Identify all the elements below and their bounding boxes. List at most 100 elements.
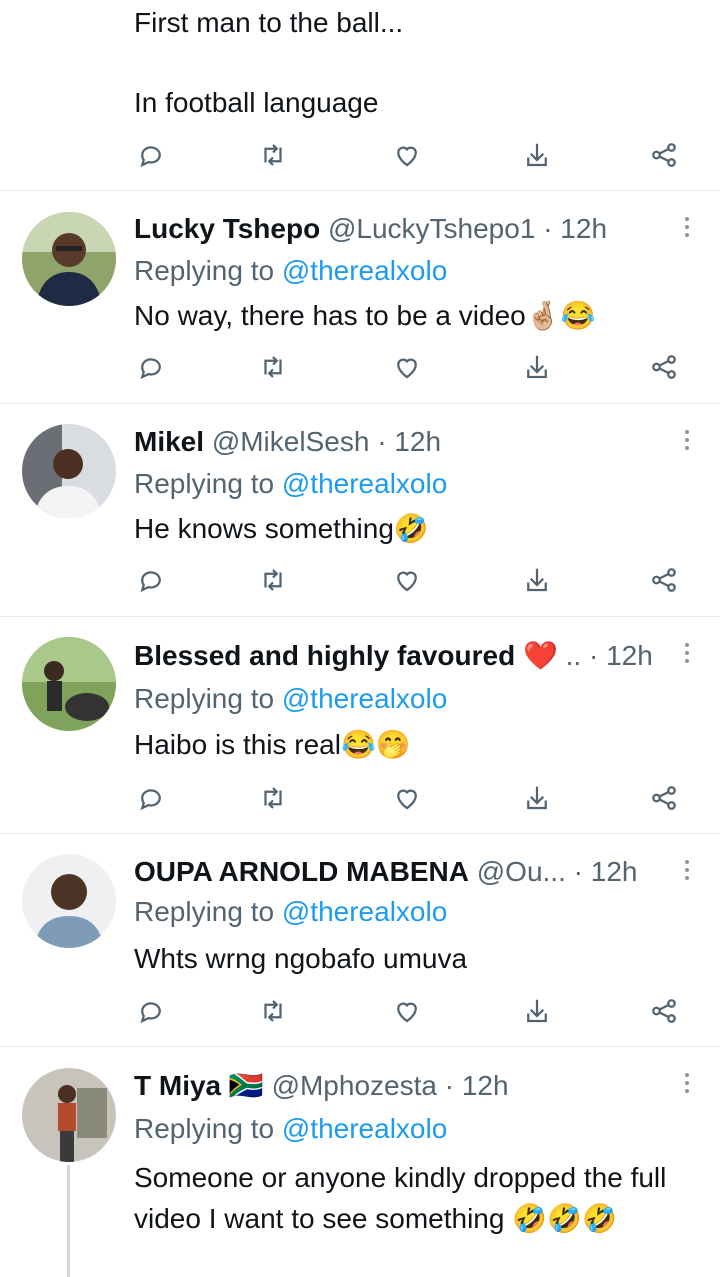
download-icon (527, 999, 547, 1023)
like-button[interactable] (392, 565, 422, 595)
share-icon (652, 143, 676, 167)
tweet-reply[interactable]: Mikel @MikelSesh · 12h Replying to @ther… (0, 404, 720, 616)
download-button[interactable] (522, 140, 552, 170)
replying-to: Replying to @therealxolo (134, 255, 447, 287)
tweet-reply[interactable]: OUPA ARNOLD MABENA @Ou... · 12h Replying… (0, 834, 720, 1046)
user-handle[interactable]: @LuckyTshepo1 (328, 213, 535, 244)
retweet-button[interactable] (258, 996, 288, 1026)
display-name[interactable]: Mikel (134, 426, 204, 457)
tweet-reply[interactable]: Blessed and highly favoured ❤️ .. · 12h … (0, 617, 720, 833)
more-options-button[interactable] (684, 860, 690, 884)
tweet-reply[interactable]: T Miya 🇿🇦 @Mphozesta · 12h Replying to @… (0, 1047, 720, 1277)
display-name[interactable]: Lucky Tshepo (134, 213, 320, 244)
share-button[interactable] (649, 565, 679, 595)
share-button[interactable] (649, 783, 679, 813)
tweet-actions (134, 565, 684, 595)
replying-to-label: Replying to (134, 255, 275, 286)
tweet-reply[interactable]: Lucky Tshepo @LuckyTshepo1 · 12h Replyin… (0, 191, 720, 403)
avatar[interactable] (22, 424, 116, 518)
mention-link[interactable]: @therealxolo (282, 1113, 447, 1144)
retweet-icon (264, 144, 282, 166)
more-options-button[interactable] (684, 643, 690, 667)
retweet-button[interactable] (258, 140, 288, 170)
tweet-text-line1: First man to the ball... (134, 7, 404, 38)
avatar[interactable] (22, 212, 116, 306)
share-icon (652, 355, 676, 379)
avatar[interactable] (22, 1068, 116, 1162)
share-button[interactable] (649, 352, 679, 382)
reply-button[interactable] (136, 996, 166, 1026)
timestamp[interactable]: 12h (462, 1070, 509, 1101)
share-icon (652, 999, 676, 1023)
reply-button[interactable] (136, 565, 166, 595)
share-button[interactable] (649, 140, 679, 170)
retweet-icon (264, 356, 282, 378)
replying-to: Replying to @therealxolo (134, 896, 447, 928)
mention-link[interactable]: @therealxolo (282, 896, 447, 927)
tweet-header: T Miya 🇿🇦 @Mphozesta · 12h (134, 1070, 509, 1101)
mention-link[interactable]: @therealxolo (282, 683, 447, 714)
like-icon (397, 789, 417, 810)
display-name[interactable]: Blessed and highly favoured ❤️ (134, 640, 558, 671)
retweet-icon (264, 1000, 282, 1022)
timestamp[interactable]: 12h (560, 213, 607, 244)
retweet-button[interactable] (258, 565, 288, 595)
like-button[interactable] (392, 996, 422, 1026)
replying-to: Replying to @therealxolo (134, 468, 447, 500)
like-button[interactable] (392, 140, 422, 170)
tweet-text: Haibo is this real😂🤭 (134, 729, 411, 760)
tweet-text: He knows something🤣 (134, 513, 429, 544)
user-handle[interactable]: @Ou... (477, 856, 566, 887)
retweet-button[interactable] (258, 783, 288, 813)
replying-to: Replying to @therealxolo (134, 1113, 447, 1145)
mention-link[interactable]: @therealxolo (282, 255, 447, 286)
more-options-button[interactable] (684, 430, 690, 454)
replying-to: Replying to @therealxolo (134, 683, 447, 715)
retweet-icon (264, 569, 282, 591)
reply-button[interactable] (136, 783, 166, 813)
timestamp[interactable]: 12h (606, 640, 653, 671)
timestamp[interactable]: 12h (394, 426, 441, 457)
replying-to-label: Replying to (134, 1113, 275, 1144)
retweet-button[interactable] (258, 352, 288, 382)
timestamp[interactable]: 12h (591, 856, 638, 887)
like-button[interactable] (392, 352, 422, 382)
download-icon (527, 786, 547, 810)
reply-icon (140, 571, 161, 593)
replying-to-label: Replying to (134, 468, 275, 499)
avatar[interactable] (22, 637, 116, 731)
tweet-text: No way, there has to be a video🤞🏼😂 (134, 300, 596, 331)
reply-button[interactable] (136, 140, 166, 170)
tweet-header: Blessed and highly favoured ❤️ .. · 12h (134, 640, 653, 671)
download-button[interactable] (522, 565, 552, 595)
replying-to-label: Replying to (134, 683, 275, 714)
mention-link[interactable]: @therealxolo (282, 468, 447, 499)
user-handle[interactable]: @Mphozesta (272, 1070, 437, 1101)
more-options-button[interactable] (684, 217, 690, 241)
share-button[interactable] (649, 996, 679, 1026)
download-button[interactable] (522, 352, 552, 382)
display-name[interactable]: T Miya 🇿🇦 (134, 1070, 264, 1101)
reply-icon (140, 146, 161, 168)
like-button[interactable] (392, 783, 422, 813)
avatar[interactable] (22, 854, 116, 948)
reply-button[interactable] (136, 352, 166, 382)
tweet-actions (134, 140, 684, 170)
tweet-partial: First man to the ball... In football lan… (0, 0, 720, 190)
user-handle[interactable]: @MikelSesh (212, 426, 370, 457)
tweet-text-line2: In football language (134, 87, 379, 118)
tweet-actions (134, 996, 684, 1026)
download-button[interactable] (522, 783, 552, 813)
like-icon (397, 571, 417, 592)
display-name[interactable]: OUPA ARNOLD MABENA (134, 856, 469, 887)
download-icon (527, 568, 547, 592)
user-handle[interactable]: .. (566, 640, 582, 671)
tweet-actions (134, 352, 684, 382)
tweet-text: Whts wrng ngobafo umuva (134, 943, 468, 974)
more-options-button[interactable] (684, 1073, 690, 1097)
tweet-actions (134, 783, 684, 813)
reply-icon (140, 789, 161, 811)
reply-icon (140, 1002, 161, 1024)
download-button[interactable] (522, 996, 552, 1026)
retweet-icon (264, 787, 282, 809)
